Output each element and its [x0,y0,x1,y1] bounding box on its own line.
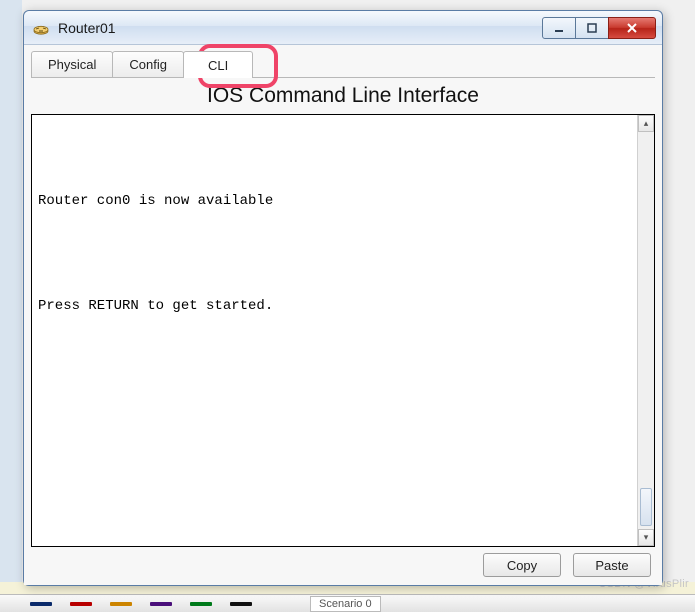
terminal-line [38,351,631,369]
terminal-line [38,368,631,386]
terminal-line: Router con0 is now available [38,193,631,211]
tool-swatch [70,602,92,606]
terminal-line [38,141,631,159]
scroll-up-arrow-icon[interactable]: ▴ [638,115,654,132]
background-toolbar: Scenario 0 [0,594,695,612]
close-button[interactable] [608,17,656,39]
terminal-line [38,333,631,351]
paste-button[interactable]: Paste [573,553,651,577]
scenario-label: Scenario 0 [310,596,381,612]
pane-title: IOS Command Line Interface [31,84,655,108]
terminal-output[interactable]: Router con0 is now available Press RETURN… [32,115,637,546]
window-title: Router01 [58,20,543,36]
terminal-container: Router con0 is now available Press RETURN… [31,114,655,547]
terminal-line [38,176,631,194]
tab-physical[interactable]: Physical [31,51,113,77]
terminal-line [38,158,631,176]
tab-bar: Physical Config CLI [31,50,655,78]
background-left-stripe [0,0,22,612]
terminal-line [38,403,631,421]
window-controls [543,17,656,39]
tool-swatch [30,602,52,606]
terminal-scrollbar[interactable]: ▴ ▾ [637,115,654,546]
terminal-line [38,281,631,299]
titlebar[interactable]: Router01 [24,11,662,45]
terminal-line [38,316,631,334]
terminal-line [38,438,631,456]
terminal-line [38,228,631,246]
client-area: Physical Config CLI IOS Command Line Int… [24,45,662,585]
copy-button[interactable]: Copy [483,553,561,577]
router-icon [32,19,50,37]
tool-swatch [150,602,172,606]
tab-label: CLI [208,58,228,73]
terminal-line [38,246,631,264]
router-window: Router01 Physical Config CLI IOS [23,10,663,586]
terminal-line [38,123,631,141]
tab-config[interactable]: Config [112,51,184,77]
tool-swatch [230,602,252,606]
tool-swatch [110,602,132,606]
button-row: Copy Paste [31,553,655,577]
tab-label: Physical [48,57,96,72]
terminal-line [38,386,631,404]
minimize-button[interactable] [542,17,576,39]
tool-swatch [190,602,212,606]
scroll-thumb[interactable] [640,488,652,526]
terminal-line [38,263,631,281]
scroll-down-arrow-icon[interactable]: ▾ [638,529,654,546]
terminal-line: Press RETURN to get started. [38,298,631,316]
terminal-line [38,211,631,229]
tab-label: Config [129,57,167,72]
terminal-line [38,421,631,439]
maximize-button[interactable] [575,17,609,39]
tab-cli[interactable]: CLI [183,51,253,78]
